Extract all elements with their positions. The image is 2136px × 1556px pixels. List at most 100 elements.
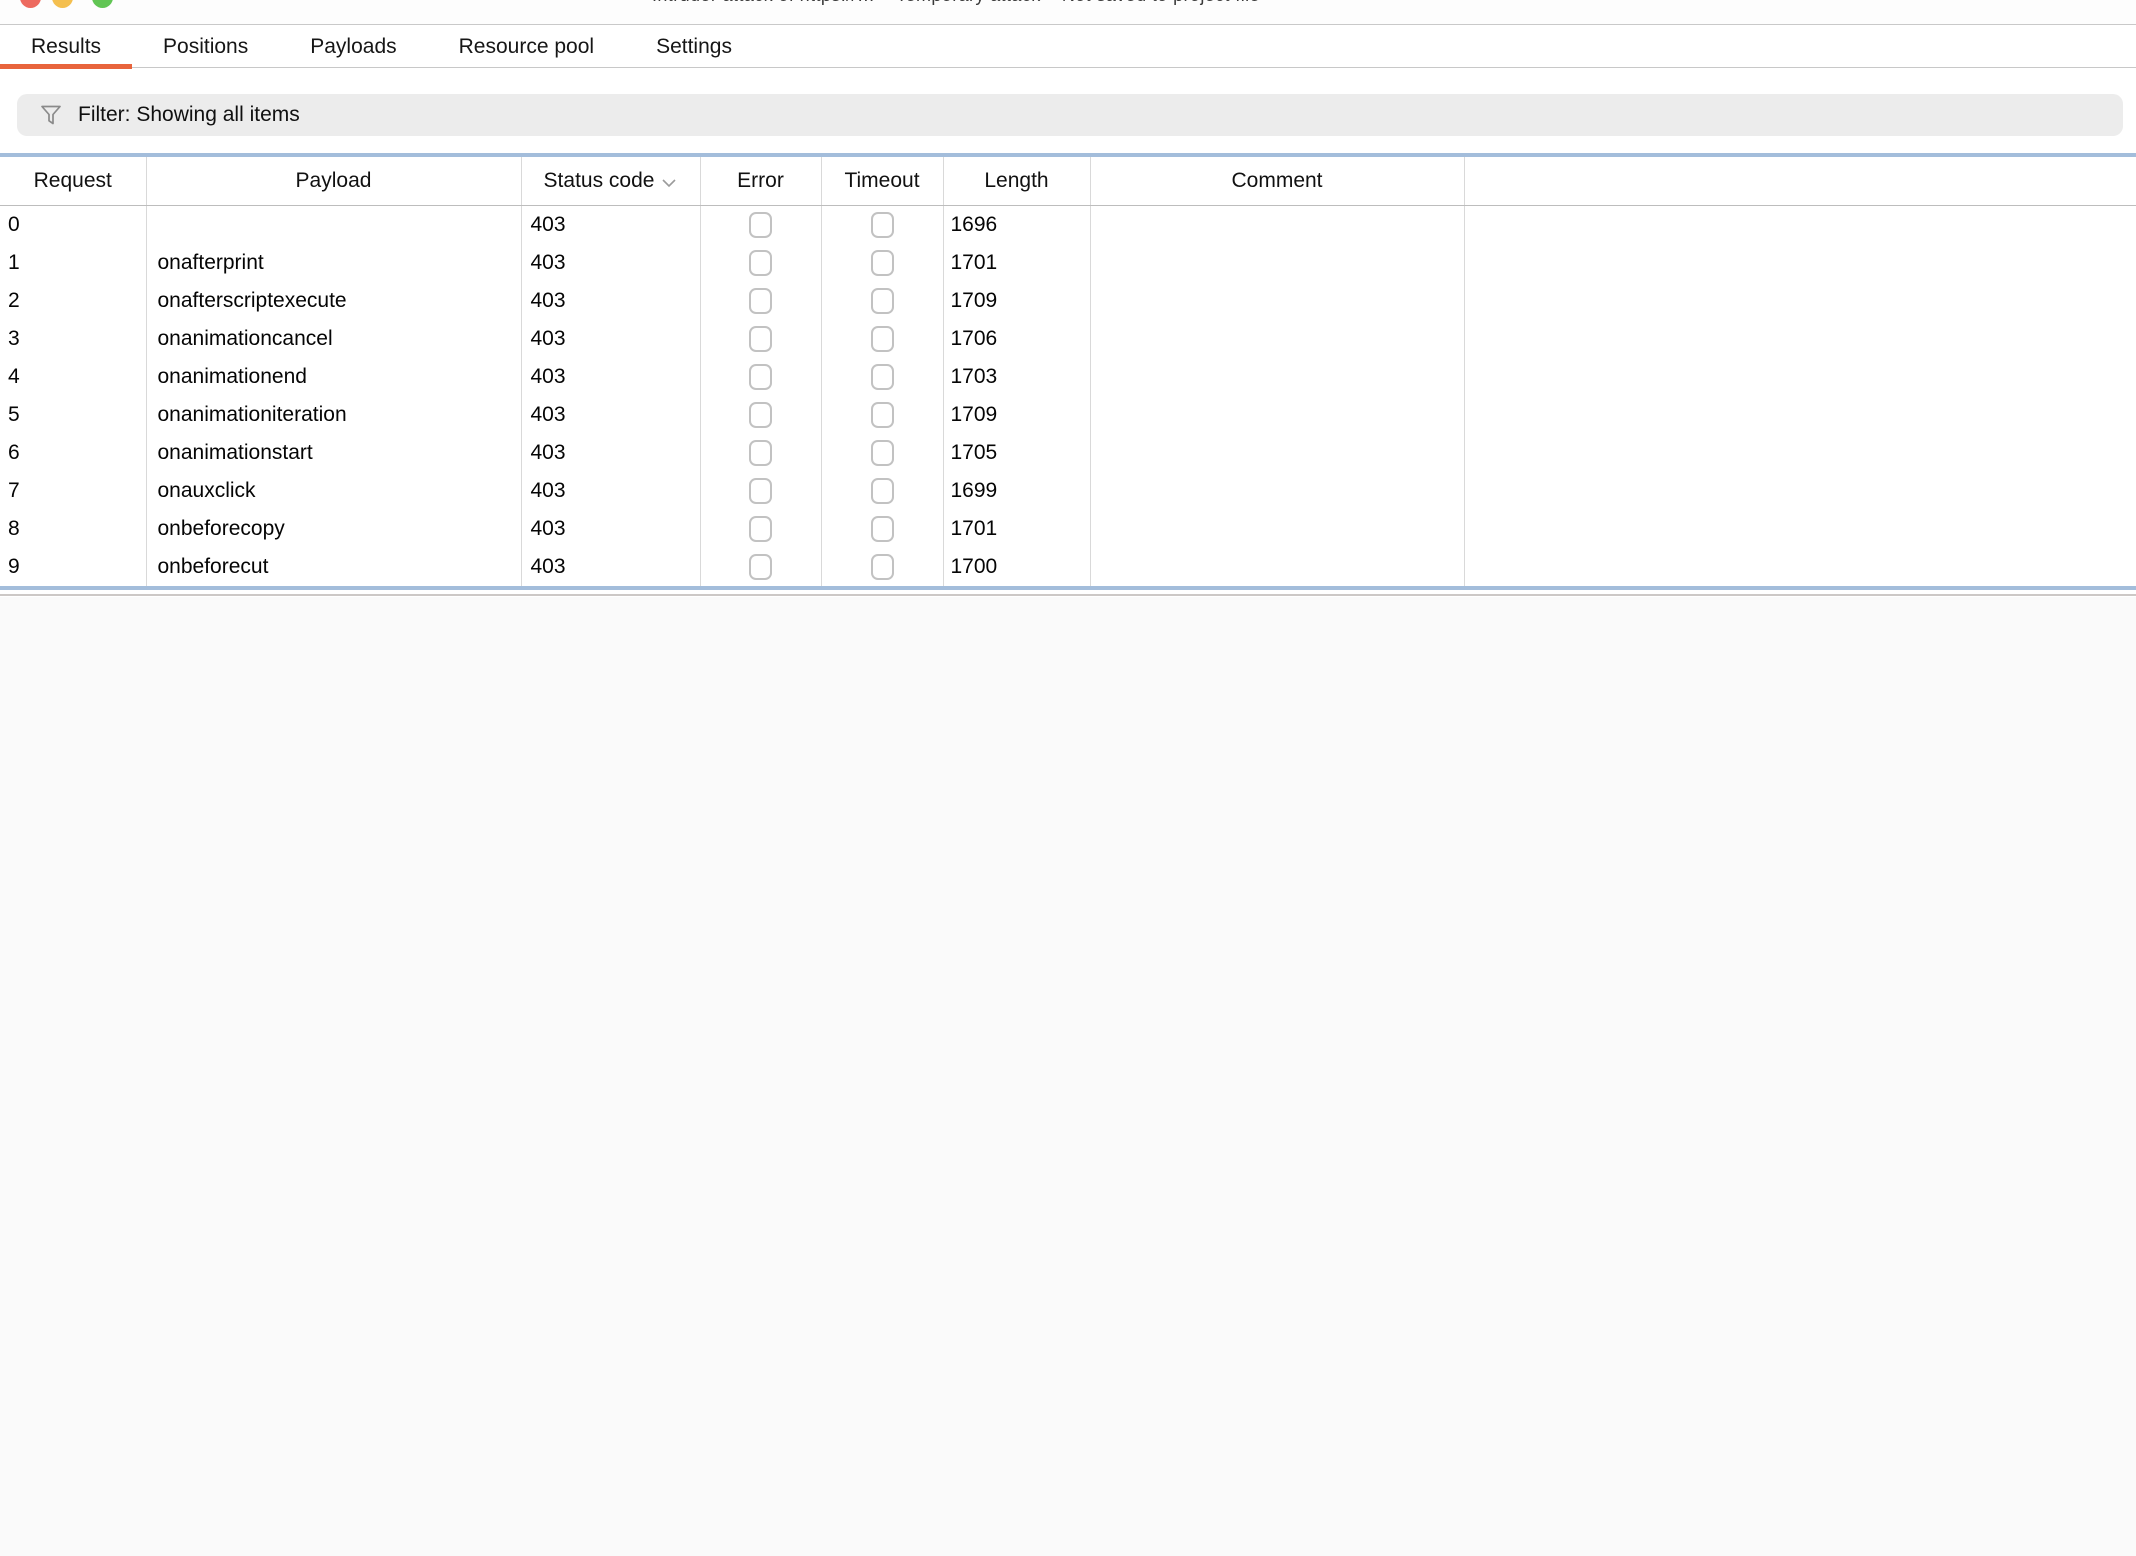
error-checkbox[interactable] bbox=[749, 440, 772, 466]
error-checkbox[interactable] bbox=[749, 364, 772, 390]
tab-payloads[interactable]: Payloads bbox=[279, 25, 427, 68]
column-header-request[interactable]: Request bbox=[0, 157, 146, 206]
cell-status-code: 403 bbox=[521, 396, 700, 434]
table-row[interactable]: 7 onauxclick 403 1699 bbox=[0, 472, 2136, 510]
tab-settings-label: Settings bbox=[656, 35, 732, 59]
cell-length: 1705 bbox=[943, 434, 1090, 472]
error-checkbox[interactable] bbox=[749, 250, 772, 276]
error-checkbox[interactable] bbox=[749, 478, 772, 504]
table-row[interactable]: 8 onbeforecopy 403 1701 bbox=[0, 510, 2136, 548]
minimize-window-button[interactable] bbox=[52, 0, 73, 8]
table-row[interactable]: 3 onanimationcancel 403 1706 bbox=[0, 320, 2136, 358]
cell-payload: onanimationstart bbox=[146, 434, 521, 472]
cell-timeout bbox=[821, 472, 943, 510]
cell-filler bbox=[1464, 282, 2136, 320]
cell-filler bbox=[1464, 320, 2136, 358]
horizontal-splitter[interactable] bbox=[0, 590, 2136, 596]
filter-bar[interactable]: Filter: Showing all items bbox=[17, 94, 2123, 136]
column-header-status-code-label: Status code bbox=[544, 169, 655, 193]
results-table: Request Payload Status code Error Timeou… bbox=[0, 157, 2136, 586]
window-title: Intruder attack of https://… – Temporary… bbox=[652, 0, 1260, 6]
column-header-length-label: Length bbox=[984, 169, 1048, 192]
cell-filler bbox=[1464, 244, 2136, 282]
column-header-timeout[interactable]: Timeout bbox=[821, 157, 943, 206]
cell-error bbox=[700, 206, 821, 245]
column-header-request-label: Request bbox=[34, 169, 112, 192]
cell-comment bbox=[1090, 282, 1464, 320]
cell-filler bbox=[1464, 206, 2136, 245]
cell-filler bbox=[1464, 396, 2136, 434]
timeout-checkbox[interactable] bbox=[871, 364, 894, 390]
timeout-checkbox[interactable] bbox=[871, 554, 894, 580]
table-row[interactable]: 0 403 1696 bbox=[0, 206, 2136, 245]
timeout-checkbox[interactable] bbox=[871, 440, 894, 466]
cell-error bbox=[700, 434, 821, 472]
tab-results-label: Results bbox=[31, 35, 101, 59]
tab-resource-pool[interactable]: Resource pool bbox=[428, 25, 625, 68]
error-checkbox[interactable] bbox=[749, 554, 772, 580]
timeout-checkbox[interactable] bbox=[871, 478, 894, 504]
funnel-icon bbox=[39, 103, 63, 127]
table-row[interactable]: 4 onanimationend 403 1703 bbox=[0, 358, 2136, 396]
cell-error bbox=[700, 510, 821, 548]
timeout-checkbox[interactable] bbox=[871, 250, 894, 276]
cell-error bbox=[700, 320, 821, 358]
cell-timeout bbox=[821, 548, 943, 586]
cell-comment bbox=[1090, 510, 1464, 548]
cell-timeout bbox=[821, 358, 943, 396]
cell-comment bbox=[1090, 396, 1464, 434]
cell-payload: onanimationend bbox=[146, 358, 521, 396]
column-header-status-code[interactable]: Status code bbox=[521, 157, 700, 206]
cell-timeout bbox=[821, 206, 943, 245]
tab-settings[interactable]: Settings bbox=[625, 25, 763, 68]
cell-payload: onanimationiteration bbox=[146, 396, 521, 434]
column-header-error[interactable]: Error bbox=[700, 157, 821, 206]
table-row[interactable]: 6 onanimationstart 403 1705 bbox=[0, 434, 2136, 472]
column-header-length[interactable]: Length bbox=[943, 157, 1090, 206]
cell-error bbox=[700, 396, 821, 434]
column-header-comment[interactable]: Comment bbox=[1090, 157, 1464, 206]
window-title-bar: Intruder attack of https://… – Temporary… bbox=[0, 0, 2136, 25]
timeout-checkbox[interactable] bbox=[871, 212, 894, 238]
column-header-comment-label: Comment bbox=[1231, 169, 1322, 192]
cell-status-code: 403 bbox=[521, 320, 700, 358]
cell-error bbox=[700, 282, 821, 320]
error-checkbox[interactable] bbox=[749, 326, 772, 352]
cell-filler bbox=[1464, 358, 2136, 396]
error-checkbox[interactable] bbox=[749, 212, 772, 238]
cell-length: 1701 bbox=[943, 510, 1090, 548]
error-checkbox[interactable] bbox=[749, 516, 772, 542]
tab-positions[interactable]: Positions bbox=[132, 25, 279, 68]
cell-error bbox=[700, 244, 821, 282]
cell-status-code: 403 bbox=[521, 358, 700, 396]
table-row[interactable]: 2 onafterscriptexecute 403 1709 bbox=[0, 282, 2136, 320]
cell-timeout bbox=[821, 320, 943, 358]
table-row[interactable]: 9 onbeforecut 403 1700 bbox=[0, 548, 2136, 586]
cell-length: 1709 bbox=[943, 396, 1090, 434]
cell-length: 1703 bbox=[943, 358, 1090, 396]
column-header-payload[interactable]: Payload bbox=[146, 157, 521, 206]
timeout-checkbox[interactable] bbox=[871, 516, 894, 542]
timeout-checkbox[interactable] bbox=[871, 288, 894, 314]
column-header-payload-label: Payload bbox=[296, 169, 372, 192]
error-checkbox[interactable] bbox=[749, 402, 772, 428]
tab-results[interactable]: Results bbox=[0, 25, 132, 68]
cell-timeout bbox=[821, 244, 943, 282]
cell-request: 7 bbox=[0, 472, 146, 510]
cell-status-code: 403 bbox=[521, 510, 700, 548]
timeout-checkbox[interactable] bbox=[871, 402, 894, 428]
cell-payload: onafterscriptexecute bbox=[146, 282, 521, 320]
cell-comment bbox=[1090, 206, 1464, 245]
cell-payload: onauxclick bbox=[146, 472, 521, 510]
zoom-window-button[interactable] bbox=[92, 0, 113, 8]
cell-request: 8 bbox=[0, 510, 146, 548]
timeout-checkbox[interactable] bbox=[871, 326, 894, 352]
cell-request: 6 bbox=[0, 434, 146, 472]
table-row[interactable]: 1 onafterprint 403 1701 bbox=[0, 244, 2136, 282]
cell-request: 1 bbox=[0, 244, 146, 282]
results-table-zone: Request Payload Status code Error Timeou… bbox=[0, 153, 2136, 596]
cell-error bbox=[700, 548, 821, 586]
close-window-button[interactable] bbox=[20, 0, 41, 8]
table-row[interactable]: 5 onanimationiteration 403 1709 bbox=[0, 396, 2136, 434]
error-checkbox[interactable] bbox=[749, 288, 772, 314]
